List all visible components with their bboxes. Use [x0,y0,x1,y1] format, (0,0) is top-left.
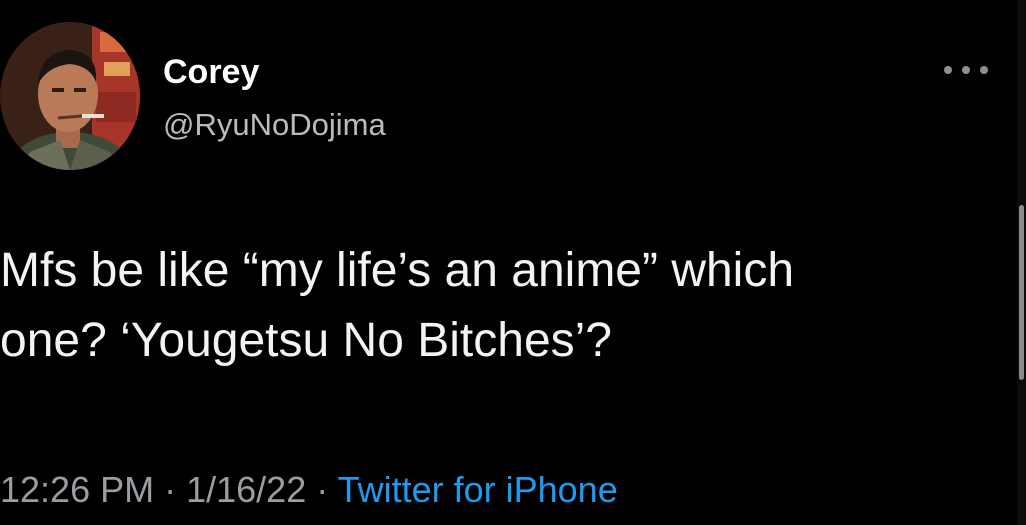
dot [980,66,988,74]
dot [944,66,952,74]
tweet-card: Corey @RyuNoDojima Mfs be like “my life’… [0,0,1026,525]
tweet-source-link[interactable]: Twitter for iPhone [338,469,618,510]
tweet-date[interactable]: 1/16/22 [186,469,306,510]
ellipsis-horizontal-icon[interactable] [944,58,988,82]
meta-separator: · [164,469,187,510]
avatar-portrait-graphic [0,22,140,170]
meta-separator: · [316,469,338,510]
scrollbar-thumb[interactable] [1019,205,1024,380]
dot [962,66,970,74]
tweet-time[interactable]: 12:26 PM [0,469,154,510]
author-display-name[interactable]: Corey [163,52,259,92]
tweet-metadata: 12:26 PM · 1/16/22 · Twitter for iPhone [0,468,618,512]
author-handle[interactable]: @RyuNoDojima [163,106,386,144]
tweet-body-text: Mfs be like “my life’s an anime” which o… [0,244,795,367]
profile-avatar[interactable] [0,22,140,170]
